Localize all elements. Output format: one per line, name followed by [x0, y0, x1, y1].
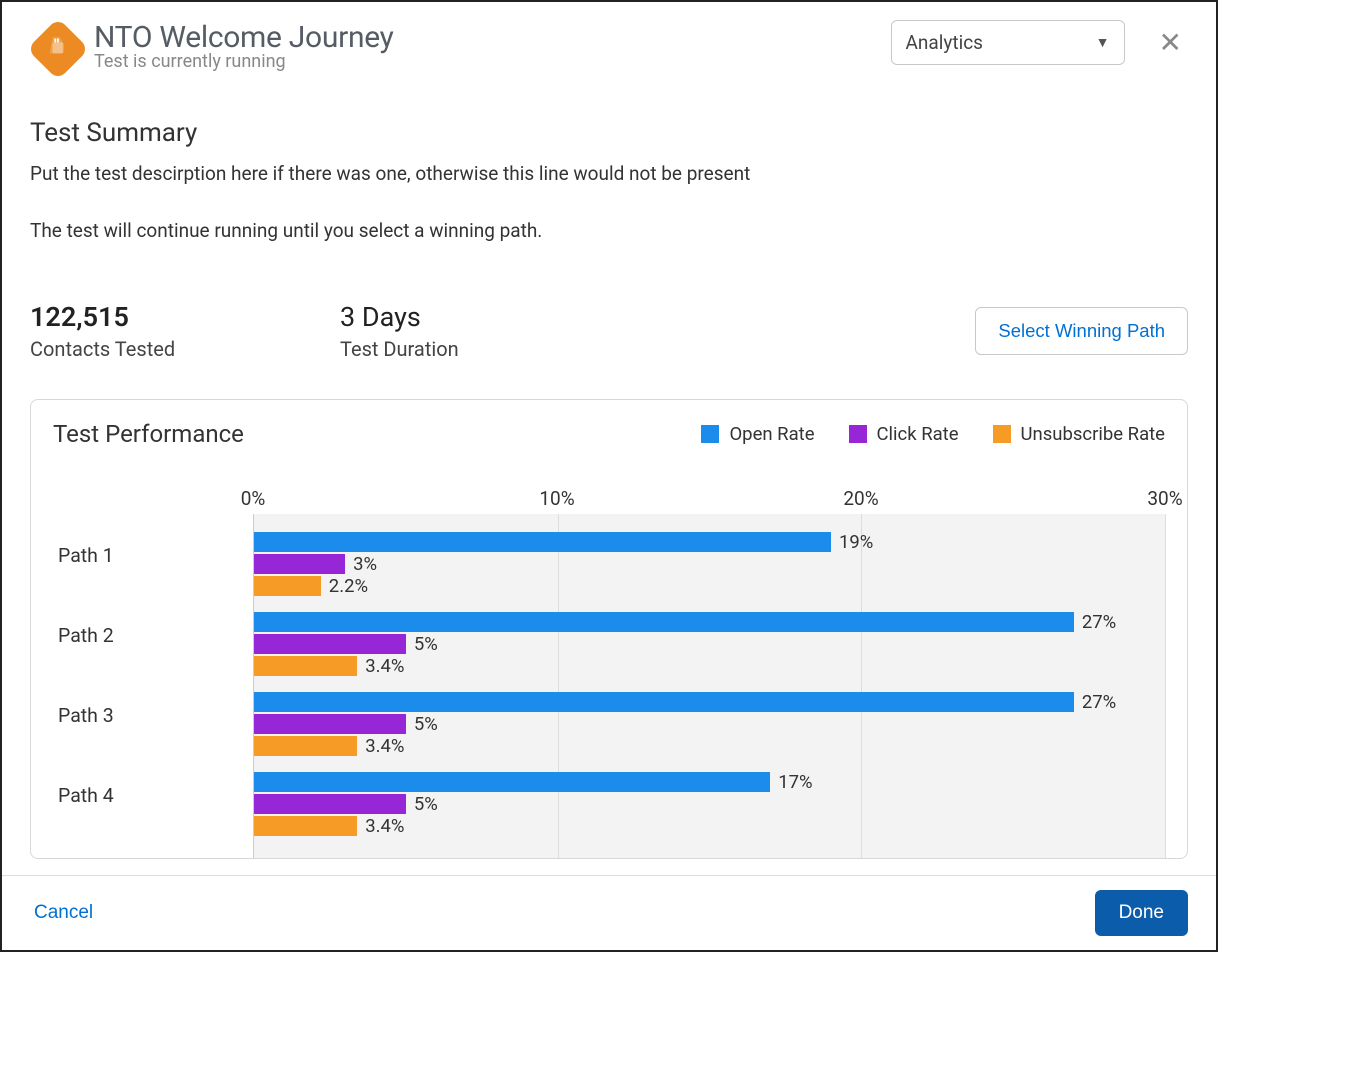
chart-legend: Open Rate Click Rate Unsubscribe Rate: [701, 423, 1165, 445]
chart-bar: [254, 532, 831, 552]
chart-bar: [254, 576, 321, 596]
chart-bar: [254, 656, 357, 676]
chart-bar-label: 2.2%: [329, 575, 368, 597]
legend-open-rate: Open Rate: [701, 423, 814, 445]
chart-bar: [254, 816, 357, 836]
modal-footer: Cancel Done: [2, 875, 1216, 950]
test-duration-metric: 3 Days Test Duration: [340, 301, 550, 361]
x-axis-tick: 0%: [241, 487, 266, 510]
gridline: [861, 514, 862, 859]
legend-click-label: Click Rate: [877, 423, 959, 445]
legend-click-rate: Click Rate: [849, 423, 959, 445]
modal-header: NTO Welcome Journey Test is currently ru…: [30, 20, 1188, 72]
chart-bar-label: 5%: [414, 793, 438, 815]
legend-unsubscribe-rate: Unsubscribe Rate: [993, 423, 1165, 445]
test-summary-modal: NTO Welcome Journey Test is currently ru…: [0, 0, 1218, 952]
chart-plot-area: Path 119%3%2.2%Path 227%5%3.4%Path 327%5…: [253, 514, 1165, 859]
chart-bar: [254, 554, 345, 574]
chart-row-label: Path 1: [58, 544, 238, 567]
contacts-tested-value: 122,515: [30, 301, 240, 333]
legend-open-label: Open Rate: [729, 423, 814, 445]
chart-row-label: Path 3: [58, 704, 238, 727]
performance-chart: 0%10%20%30% Path 119%3%2.2%Path 227%5%3.…: [53, 482, 1165, 859]
chart-bar-label: 27%: [1082, 611, 1116, 633]
chart-row-label: Path 2: [58, 624, 238, 647]
test-summary-heading: Test Summary: [30, 118, 1188, 148]
test-summary-section: Test Summary Put the test descirption he…: [30, 118, 1188, 245]
performance-heading: Test Performance: [53, 420, 244, 448]
close-icon[interactable]: ✕: [1153, 22, 1188, 63]
performance-panel: Test Performance Open Rate Click Rate Un…: [30, 399, 1188, 859]
x-axis-tick: 10%: [539, 487, 574, 510]
chevron-down-icon: ▼: [1096, 34, 1110, 51]
x-axis-tick: 30%: [1147, 487, 1182, 510]
open-rate-swatch: [701, 425, 719, 443]
cancel-button[interactable]: Cancel: [30, 894, 97, 932]
chart-bar: [254, 772, 770, 792]
chart-bar-label: 3%: [353, 553, 377, 575]
metrics-row: 122,515 Contacts Tested 3 Days Test Dura…: [30, 301, 1188, 361]
chart-bar: [254, 692, 1074, 712]
header-left: NTO Welcome Journey Test is currently ru…: [30, 20, 877, 72]
page-title: NTO Welcome Journey: [94, 20, 394, 55]
test-description: Put the test descirption here if there w…: [30, 160, 1188, 189]
test-duration-label: Test Duration: [340, 337, 550, 361]
test-duration-value: 3 Days: [340, 301, 550, 333]
contacts-tested-label: Contacts Tested: [30, 337, 240, 361]
click-rate-swatch: [849, 425, 867, 443]
chart-bar-label: 5%: [414, 633, 438, 655]
chart-plot: 0%10%20%30% Path 119%3%2.2%Path 227%5%3.…: [253, 482, 1165, 859]
chart-row-label: Path 4: [58, 784, 238, 807]
chart-bar: [254, 634, 406, 654]
chart-bar-label: 27%: [1082, 691, 1116, 713]
contacts-tested-metric: 122,515 Contacts Tested: [30, 301, 240, 361]
legend-unsub-label: Unsubscribe Rate: [1021, 423, 1165, 445]
performance-header: Test Performance Open Rate Click Rate Un…: [53, 420, 1165, 448]
chart-bar: [254, 794, 406, 814]
x-axis-tick: 20%: [843, 487, 878, 510]
gridline: [1165, 514, 1166, 859]
done-button[interactable]: Done: [1095, 890, 1188, 936]
chart-bar-label: 5%: [414, 713, 438, 735]
chart-bar: [254, 612, 1074, 632]
chart-bar-label: 3.4%: [365, 655, 404, 677]
chart-bar-label: 3.4%: [365, 735, 404, 757]
select-winning-path-button[interactable]: Select Winning Path: [975, 307, 1188, 355]
chart-bar: [254, 714, 406, 734]
gridline: [558, 514, 559, 859]
chart-bar-label: 17%: [778, 771, 812, 793]
view-dropdown[interactable]: Analytics ▼: [891, 20, 1125, 65]
chart-bar-label: 3.4%: [365, 815, 404, 837]
chart-bar-label: 19%: [839, 531, 873, 553]
chart-bar: [254, 736, 357, 756]
test-status-line: The test will continue running until you…: [30, 217, 1188, 246]
unsubscribe-rate-swatch: [993, 425, 1011, 443]
view-dropdown-label: Analytics: [906, 31, 983, 54]
modal-body: NTO Welcome Journey Test is currently ru…: [2, 2, 1216, 875]
chart-x-axis: 0%10%20%30%: [253, 482, 1165, 510]
journey-icon: [27, 18, 89, 80]
title-block: NTO Welcome Journey Test is currently ru…: [94, 20, 394, 72]
